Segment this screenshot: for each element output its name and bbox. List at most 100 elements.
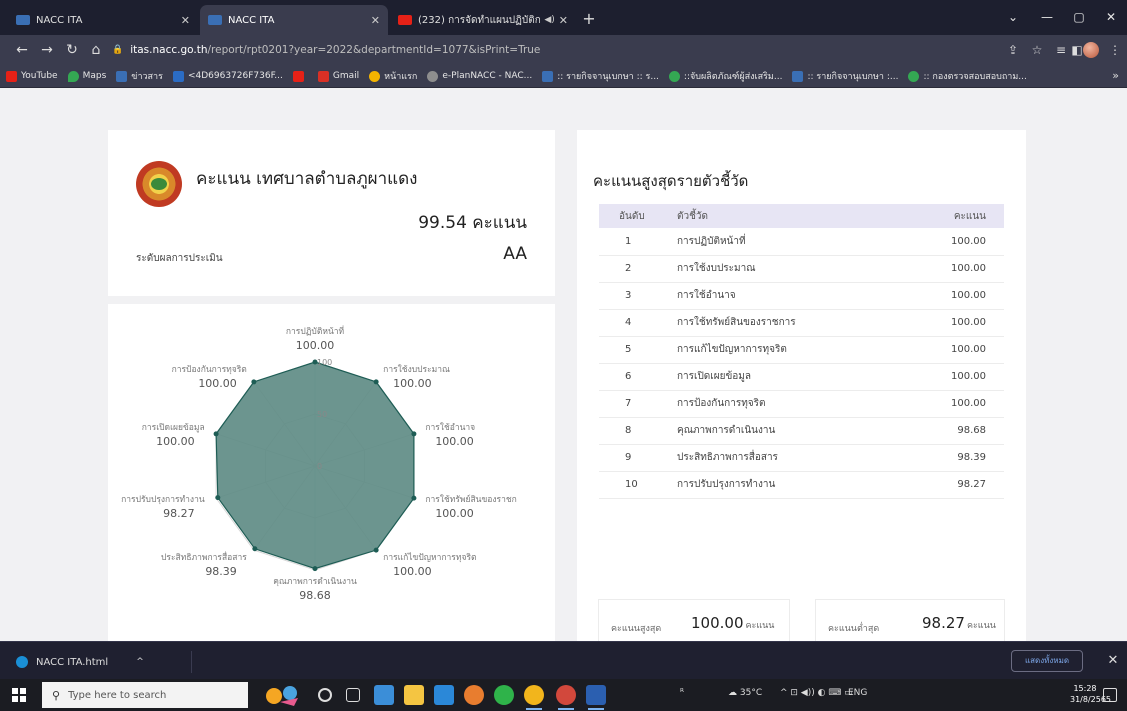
radar-chart: 0 50 100 การปฏิบัติหน้าที่ 100.00 การใช้งบประ… [121,325,517,602]
chrome-profile-icon[interactable] [556,685,576,710]
search-highlight-icon[interactable] [260,682,308,708]
tab-nacc-ita-1[interactable]: NACC ITA ✕ [8,5,198,35]
back-arrow-icon[interactable]: ← [12,40,32,60]
row-rank: 1 [599,228,677,256]
row-indicator: การใช้ทรัพย์สินของราชการ [677,309,917,337]
min-score-number: 98.27 [922,614,965,632]
chrome-icon[interactable] [524,685,544,710]
bookmark-gmail[interactable]: Gmail [317,70,359,82]
radar-tick-label: 50 [317,410,327,419]
table-row: 5 การแก้ไขปัญหาการทุจริต 100.00 [599,336,1004,364]
radar-value-label: 100.00 [296,339,335,352]
max-score-unit: คะแนน [745,621,775,631]
home-icon[interactable]: ⌂ [86,40,106,60]
weather-indicator[interactable]: ☁ 35°C [728,688,762,698]
table-row: 9 ประสิทธิภาพการสื่อสาร 98.39 [599,444,1004,472]
reload-icon[interactable]: ↻ [62,40,82,60]
mail-icon[interactable] [434,685,454,705]
table-header-row: อันดับ ตัวชี้วัด คะแนน [599,204,1004,228]
radar-value-label: 98.68 [299,589,331,602]
share-icon[interactable]: ⇪ [1004,42,1022,58]
bookmark-label: Maps [82,71,107,81]
bookmark-microsoft[interactable]: <4D6963726F736F... [172,70,283,82]
bookmark-youtube[interactable]: YouTube [6,70,58,82]
forward-arrow-icon[interactable]: → [37,40,57,60]
word-icon[interactable] [586,685,606,710]
firefox-icon[interactable] [464,685,484,705]
bookmark-gazette-1[interactable]: :: รายกิจจานุเบกษา :: ร... [542,69,659,83]
row-score: 100.00 [917,336,1004,364]
bookmark-star-icon[interactable]: ☆ [1028,42,1046,58]
line-chat-icon[interactable] [494,685,514,705]
home-page-icon [369,70,381,82]
close-tab-icon[interactable]: ✕ [371,14,380,27]
row-score: 100.00 [917,309,1004,337]
top-indicators-table: อันดับ ตัวชี้วัด คะแนน 1 การปฏิบัติหน้าที… [599,204,1004,499]
bookmark-eplan[interactable]: e-PlanNACC - NAC... [427,70,533,82]
bookmark-gazette-2[interactable]: :: รายกิจจานุเบกษา :... [792,69,898,83]
radar-data-point [251,379,257,385]
header-rank: อันดับ [599,204,677,228]
download-bar: NACC ITA.html ^ แสดงทั้งหมด ✕ [0,641,1127,679]
windows-start-icon[interactable] [12,688,26,702]
new-tab-button[interactable]: + [578,8,600,30]
close-tab-icon[interactable]: ✕ [181,14,190,27]
row-score: 100.00 [917,282,1004,310]
minimize-button[interactable]: — [1030,6,1064,28]
taskbar-search-input[interactable]: ⚲ Type here to search [42,682,248,708]
speaker-icon[interactable]: ◀) [544,15,554,25]
more-bookmarks-button[interactable]: » [1112,69,1119,82]
browser-menu-icon[interactable]: ⋮ [1106,42,1124,58]
nacc-favicon-icon [208,15,222,25]
taskbar-clock[interactable]: 15:28 31/8/2565 [1070,683,1112,705]
radar-axis-label: การใช้ทรัพย์สินของราชก [425,494,516,505]
municipality-seal-icon [136,161,182,207]
bookmark-label: e-PlanNACC - NAC... [442,71,533,81]
maximize-button[interactable]: ▢ [1062,6,1096,28]
lock-icon[interactable]: 🔒 [112,45,123,55]
download-item[interactable]: NACC ITA.html ^ [16,651,192,673]
show-all-button[interactable]: แสดงทั้งหมด [1011,650,1083,672]
task-view-icon[interactable] [346,688,360,702]
globe-icon [908,70,920,82]
bookmark-news[interactable]: ข่าวสาร [116,69,163,83]
tray-icons[interactable]: ^ ⊡ ◀)) ◐ ⌨ ▭ [780,688,853,698]
bookmark-maps[interactable]: Maps [67,70,107,82]
close-tab-icon[interactable]: ✕ [559,14,568,27]
calculator-icon[interactable] [374,685,394,705]
radar-tick-label: 0 [317,462,322,471]
tab-youtube[interactable]: (232) การจัดทำแผนปฏิบัติการตามภารก... ◀)… [390,5,576,35]
bookmark-youtube-2[interactable] [292,70,308,82]
radar-value-label: 98.39 [205,565,237,578]
tab-search-button[interactable]: ⌄ [996,6,1030,28]
cortana-icon[interactable] [318,688,332,702]
top-indicators-card: คะแนนสูงสุดรายตัวชี้วัด อันดับ ตัวชี้วัด… [577,130,1026,641]
language-indicator[interactable]: ENG [848,688,867,698]
row-indicator: ประสิทธิภาพการสื่อสาร [677,444,917,472]
bookmark-inspection[interactable]: :: กองตรวจสอบสอบถาม... [908,69,1027,83]
bookmark-label: YouTube [21,71,58,81]
radar-axis-label: การป้องกันการทุจริต [172,364,247,375]
radar-value-label: 100.00 [198,377,237,390]
radar-data-point [411,495,417,501]
url-input[interactable]: 🔒 itas.nacc.go.th /report/rpt0201?year=2… [112,39,972,61]
notification-icon[interactable] [1103,688,1117,702]
close-window-button[interactable]: ✕ [1094,6,1127,28]
bookmark-products[interactable]: ::จับผลิตภัณฑ์ผู้ส่งเสริม... [668,69,782,83]
max-score-value: 100.00 คะแนน [691,614,774,632]
file-explorer-icon[interactable] [404,685,424,705]
radar-axis-label: การแก้ไขปัญหาการทุจริต [383,552,476,563]
tab-nacc-ita-2[interactable]: NACC ITA ✕ [200,5,388,35]
max-score-label: คะแนนสูงสุด [611,624,662,634]
profile-avatar[interactable] [1083,42,1099,58]
row-score: 98.39 [917,444,1004,472]
bookmark-home[interactable]: หน้าแรก [369,69,417,83]
people-icon[interactable]: ᴿ [680,688,684,698]
clock-date: 31/8/2565 [1070,695,1112,704]
radar-data-point [312,566,318,572]
close-download-bar-icon[interactable]: ✕ [1103,651,1123,671]
chevron-up-icon[interactable]: ^ [136,657,144,667]
radar-card: 0 50 100 การปฏิบัติหน้าที่ 100.00 การใช้งบประ… [108,304,555,641]
image-icon [792,70,804,82]
row-score: 100.00 [917,255,1004,283]
